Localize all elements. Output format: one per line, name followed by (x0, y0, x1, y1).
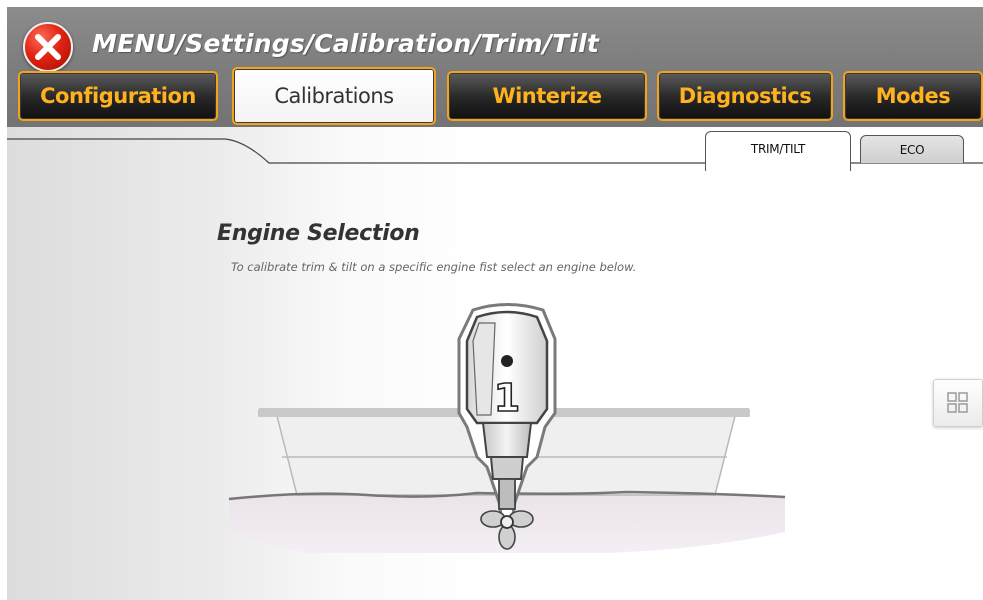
tab-modes[interactable]: Modes (843, 71, 983, 121)
tab-calibrations[interactable]: Calibrations (232, 67, 436, 125)
engine-number-label: 1 (494, 376, 520, 420)
boat-illustration: 1 (228, 303, 786, 553)
tab-configuration[interactable]: Configuration (18, 71, 218, 121)
grid-view-icon (947, 392, 968, 413)
tab-winterize[interactable]: Winterize (447, 71, 647, 121)
breadcrumb: MENU/Settings/Calibration/Trim/Tilt (92, 29, 600, 58)
close-button[interactable] (23, 22, 73, 72)
close-x-icon (35, 34, 61, 60)
content-area: ECO TRIM/TILT Engine Selection To calibr… (7, 127, 983, 600)
calibration-screen: MENU/Settings/Calibration/Trim/Tilt Conf… (0, 0, 983, 600)
grid-view-button[interactable] (933, 379, 983, 427)
tab-diagnostics[interactable]: Diagnostics (657, 71, 833, 121)
